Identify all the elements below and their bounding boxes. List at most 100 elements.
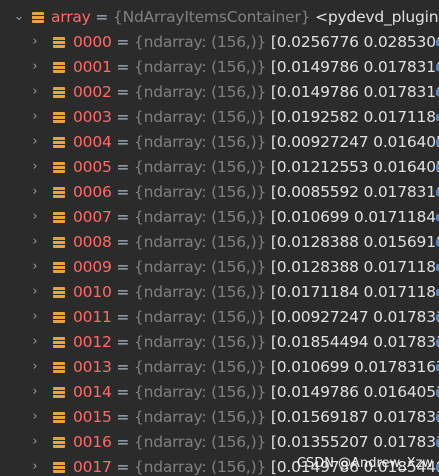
variable-type: {ndarray: (156,)} [133, 183, 267, 201]
variable-name: 0007 [73, 208, 112, 226]
variable-entry: 0011 = {ndarray: (156,)} [0.00927247 0.0… [73, 306, 439, 329]
field-stack-icon [53, 462, 65, 473]
field-stack-icon [53, 37, 65, 48]
variable-entry: 0017 = {ndarray: (156,)} [0.0149786 0.01… [73, 456, 439, 476]
chevron-right-icon[interactable]: › [28, 334, 42, 350]
variable-row-0015[interactable]: › 0015 = {ndarray: (156,)} [0.01569187 0.… [0, 405, 439, 430]
variable-entry: 0001 = {ndarray: (156,)} [0.0149786 0.01… [73, 56, 439, 79]
variable-value: [0.0149786 0.01640514 [270, 383, 439, 401]
variable-row-0010[interactable]: › 0010 = {ndarray: (156,)} [0.0171184 0.0… [0, 280, 439, 305]
variable-value: [0.0149786 0.01854494 [270, 458, 439, 476]
equals-sign: = [111, 108, 134, 126]
variable-name: 0014 [73, 383, 112, 401]
variable-name: array [51, 8, 91, 26]
equals-sign: = [111, 208, 134, 226]
chevron-right-icon[interactable]: › [28, 234, 42, 250]
equals-sign: = [111, 258, 134, 276]
variable-row-0017[interactable]: › 0017 = {ndarray: (156,)} [0.0149786 0.0… [0, 455, 439, 476]
variable-row-0016[interactable]: › 0016 = {ndarray: (156,)} [0.01355207 0.… [0, 430, 439, 455]
equals-sign: = [111, 308, 134, 326]
variable-value: [0.0128388 0.01569187 [270, 233, 439, 251]
variable-row-0008[interactable]: › 0008 = {ndarray: (156,)} [0.0128388 0.0… [0, 230, 439, 255]
variable-value: [0.00927247 0.01640514 [270, 133, 439, 151]
field-stack-icon [53, 137, 65, 148]
equals-sign: = [111, 433, 134, 451]
variable-type: {ndarray: (156,)} [133, 408, 267, 426]
chevron-right-icon[interactable]: › [28, 184, 42, 200]
chevron-right-icon[interactable]: › [28, 59, 42, 75]
variable-type: {ndarray: (156,)} [133, 133, 267, 151]
variable-name: 0001 [73, 58, 112, 76]
chevron-right-icon[interactable]: › [28, 309, 42, 325]
variable-row-0000[interactable]: › 0000 = {ndarray: (156,)} [0.0256776 0.0… [0, 30, 439, 55]
variable-type: {ndarray: (156,)} [133, 233, 267, 251]
chevron-right-icon[interactable]: › [28, 159, 42, 175]
variable-row-0004[interactable]: › 0004 = {ndarray: (156,)} [0.00927247 0.… [0, 130, 439, 155]
chevron-right-icon[interactable]: › [28, 259, 42, 275]
variable-value: <pydevd_plugins. [315, 8, 439, 26]
field-stack-icon [53, 312, 65, 323]
field-stack-icon [53, 187, 65, 198]
variable-entry: 0004 = {ndarray: (156,)} [0.00927247 0.0… [73, 131, 439, 154]
variable-value: [0.01212553 0.01640514 [270, 158, 439, 176]
variable-value: [0.0128388 0.0171184 0 [270, 258, 439, 276]
variable-row-0002[interactable]: › 0002 = {ndarray: (156,)} [0.0149786 0.0… [0, 80, 439, 105]
variable-name: 0005 [73, 158, 112, 176]
chevron-right-icon[interactable]: › [28, 84, 42, 100]
chevron-right-icon[interactable]: › [28, 359, 42, 375]
chevron-right-icon[interactable]: › [28, 284, 42, 300]
chevron-right-icon[interactable]: › [28, 209, 42, 225]
equals-sign: = [111, 283, 134, 301]
equals-sign: = [111, 33, 134, 51]
field-stack-icon [53, 287, 65, 298]
variable-row-0007[interactable]: › 0007 = {ndarray: (156,)} [0.010699 0.01… [0, 205, 439, 230]
chevron-right-icon[interactable]: › [28, 409, 42, 425]
variable-type: {ndarray: (156,)} [133, 383, 267, 401]
variable-value: [0.01569187 0.01783167 [270, 408, 439, 426]
variable-type: {NdArrayItemsContainer} [112, 8, 311, 26]
variable-name: 0010 [73, 283, 112, 301]
variable-row-0003[interactable]: › 0003 = {ndarray: (156,)} [0.0192582 0.0… [0, 105, 439, 130]
variable-row-0011[interactable]: › 0011 = {ndarray: (156,)} [0.00927247 0.… [0, 305, 439, 330]
chevron-down-icon[interactable]: ⌄ [12, 9, 26, 25]
variable-row-0001[interactable]: › 0001 = {ndarray: (156,)} [0.0149786 0.0… [0, 55, 439, 80]
equals-sign: = [111, 233, 134, 251]
chevron-right-icon[interactable]: › [28, 434, 42, 450]
variable-value: [0.010699 0.0171184 0 [270, 208, 439, 226]
variable-row-0014[interactable]: › 0014 = {ndarray: (156,)} [0.0149786 0.0… [0, 380, 439, 405]
variable-type: {ndarray: (156,)} [133, 333, 267, 351]
variable-row-0006[interactable]: › 0006 = {ndarray: (156,)} [0.0085592 0.0… [0, 180, 439, 205]
variable-name: 0016 [73, 433, 112, 451]
field-stack-icon [53, 62, 65, 73]
variable-name: 0000 [73, 33, 112, 51]
field-stack-icon [53, 262, 65, 273]
variable-entry: 0010 = {ndarray: (156,)} [0.0171184 0.01… [73, 281, 439, 304]
variable-row-array[interactable]: ⌄ array = {NdArrayItemsContainer} <pydev… [0, 5, 439, 30]
field-stack-icon [53, 237, 65, 248]
variable-value: [0.0149786 0.01783167 [270, 58, 439, 76]
variable-name: 0004 [73, 133, 112, 151]
equals-sign: = [111, 183, 134, 201]
chevron-right-icon[interactable]: › [28, 459, 42, 475]
chevron-right-icon[interactable]: › [28, 34, 42, 50]
field-stack-icon [53, 387, 65, 398]
variable-entry: array = {NdArrayItemsContainer} <pydevd_… [51, 6, 439, 29]
variable-row-0005[interactable]: › 0005 = {ndarray: (156,)} [0.01212553 0.… [0, 155, 439, 180]
equals-sign: = [111, 333, 134, 351]
variable-entry: 0015 = {ndarray: (156,)} [0.01569187 0.0… [73, 406, 439, 429]
variable-row-0009[interactable]: › 0009 = {ndarray: (156,)} [0.0128388 0.0… [0, 255, 439, 280]
debugger-variables-panel: ⌄ array = {NdArrayItemsContainer} <pydev… [0, 0, 439, 476]
chevron-right-icon[interactable]: › [28, 134, 42, 150]
equals-sign: = [111, 358, 134, 376]
field-stack-icon [53, 112, 65, 123]
variable-name: 0009 [73, 258, 112, 276]
chevron-right-icon[interactable]: › [28, 384, 42, 400]
field-stack-icon [53, 212, 65, 223]
variable-row-0012[interactable]: › 0012 = {ndarray: (156,)} [0.01854494 0.… [0, 330, 439, 355]
variable-value: [0.00927247 0.01783167 [270, 308, 439, 326]
variable-name: 0015 [73, 408, 112, 426]
field-stack-icon [53, 162, 65, 173]
field-stack-icon [32, 12, 44, 23]
chevron-right-icon[interactable]: › [28, 109, 42, 125]
variable-row-0013[interactable]: › 0013 = {ndarray: (156,)} [0.010699 0.01… [0, 355, 439, 380]
